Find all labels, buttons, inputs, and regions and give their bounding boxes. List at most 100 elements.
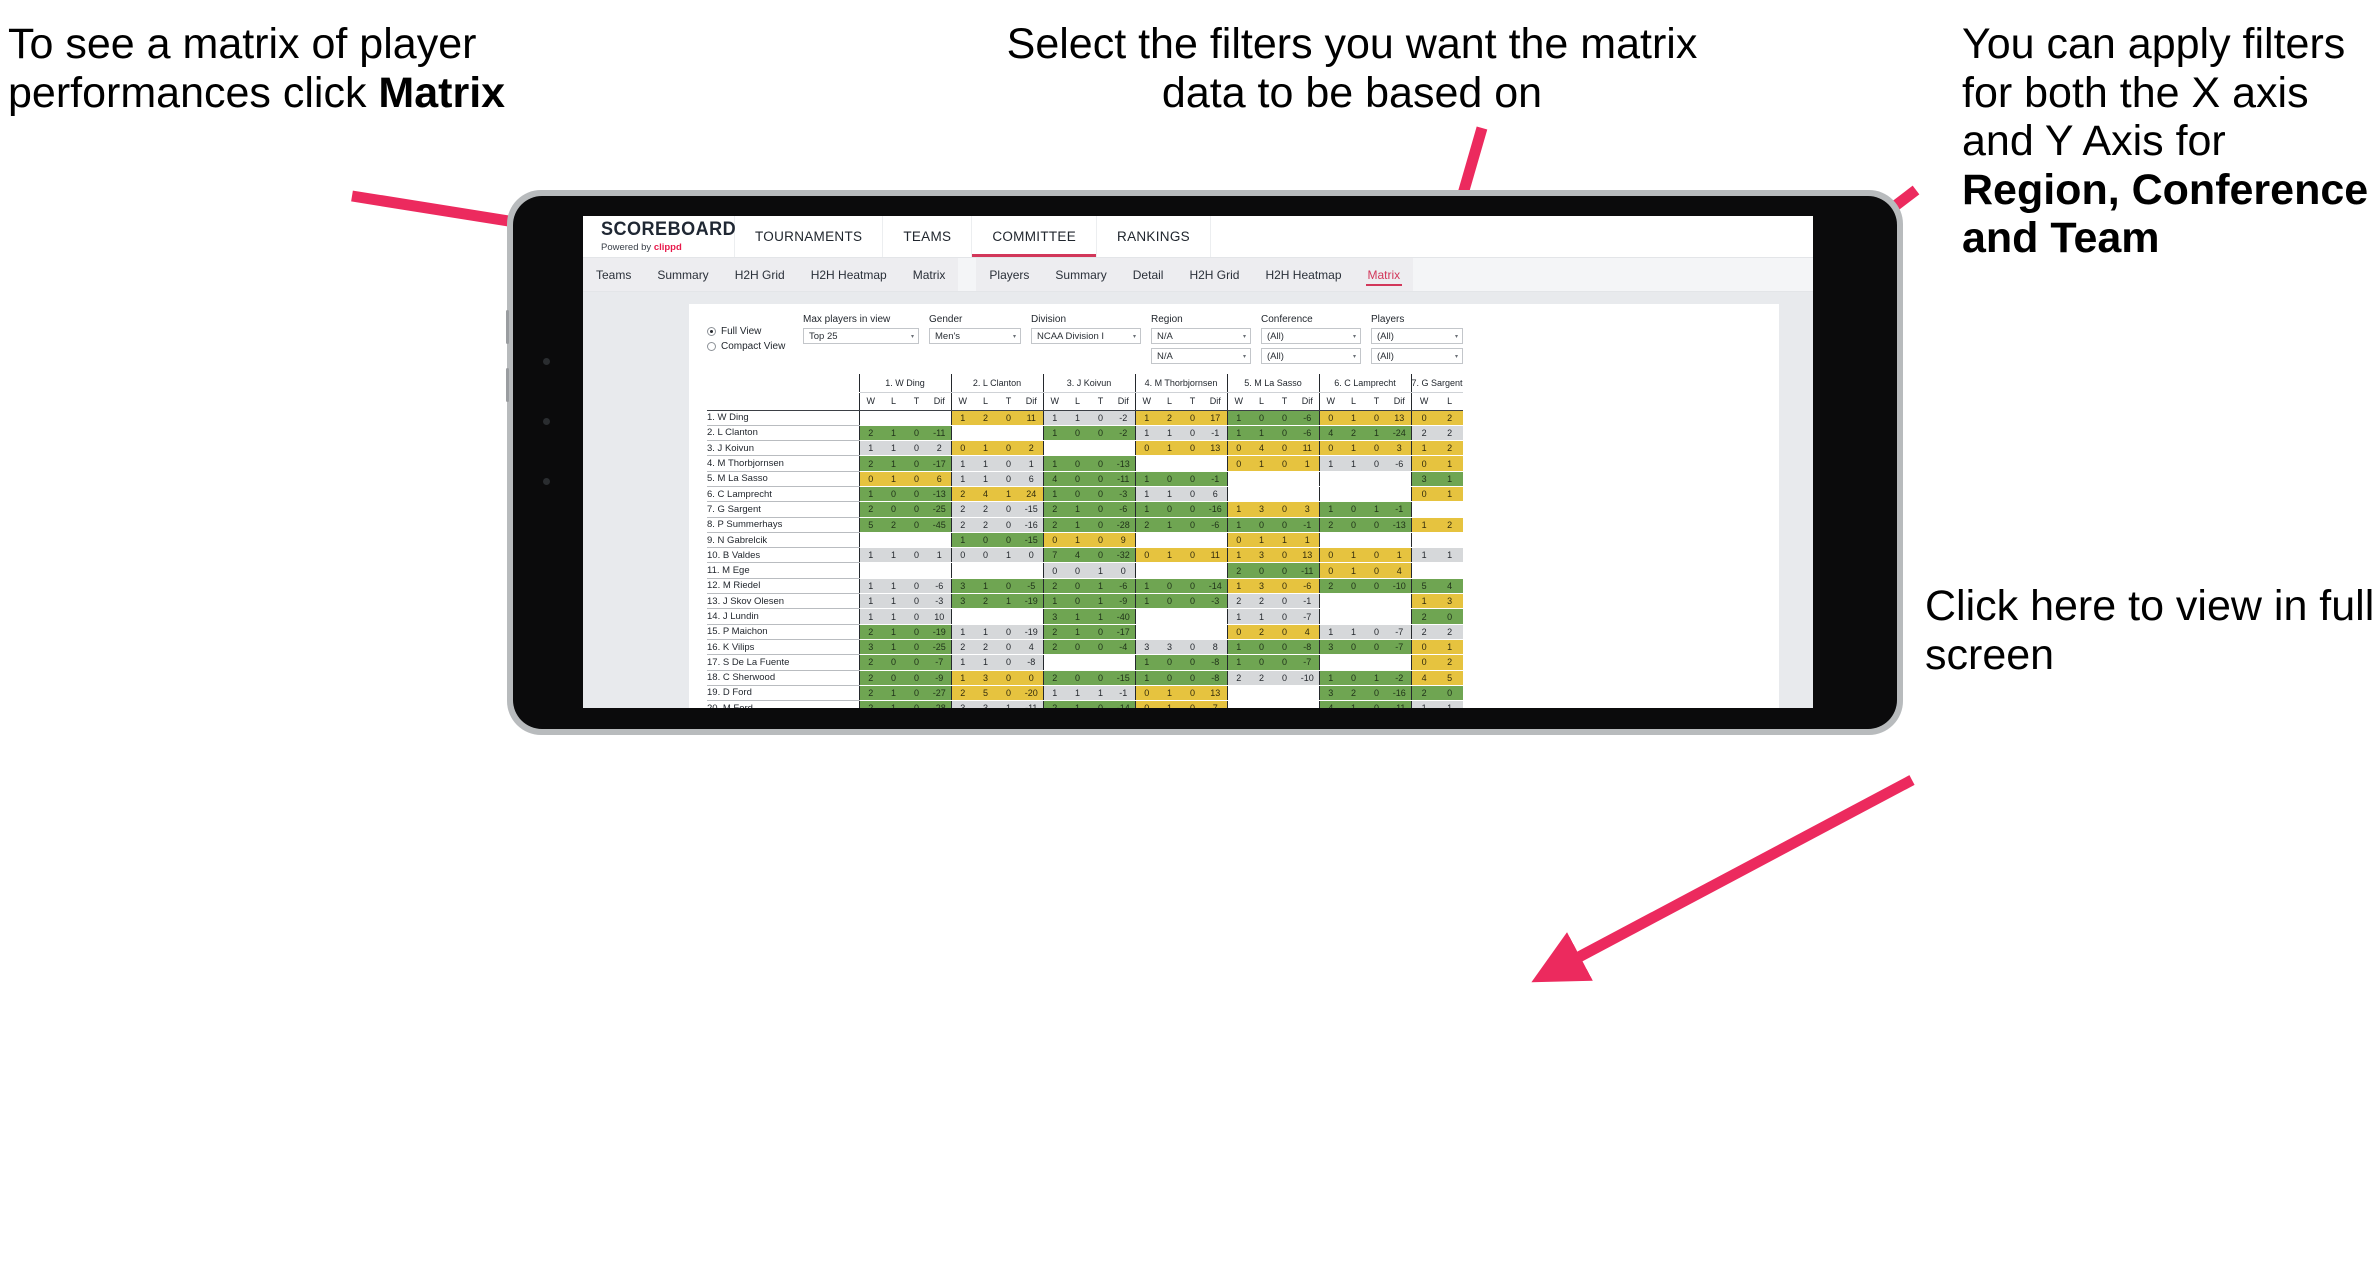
subnav-teams-matrix[interactable]: Matrix	[900, 258, 959, 291]
matrix-cell[interactable]: -13	[1112, 455, 1135, 472]
matrix-cell[interactable]: 2	[1250, 670, 1273, 686]
matrix-cell[interactable]: 0	[905, 593, 928, 610]
matrix-cell[interactable]: 3	[974, 700, 997, 708]
matrix-cell[interactable]	[1042, 654, 1066, 671]
matrix-cell[interactable]: 1	[882, 608, 905, 625]
matrix-cell[interactable]: 3	[1250, 578, 1273, 595]
matrix-cell[interactable]: 0	[1342, 670, 1365, 686]
matrix-cell[interactable]: 2	[858, 670, 882, 686]
matrix-col-header[interactable]: 3. J Koivun	[1042, 374, 1135, 393]
matrix-cell[interactable]: 13	[1388, 410, 1411, 426]
matrix-cell[interactable]: 4	[1250, 440, 1273, 457]
matrix-cell[interactable]: 0	[1273, 562, 1296, 579]
matrix-cell[interactable]: 0	[1250, 562, 1273, 579]
matrix-cell[interactable]: 0	[1089, 517, 1112, 533]
matrix-cell[interactable]: 0	[1410, 486, 1437, 503]
matrix-cell[interactable]: 0	[1273, 608, 1296, 625]
subnav-players[interactable]: Players	[976, 258, 1042, 291]
matrix-cell[interactable]	[1250, 685, 1273, 702]
matrix-cell[interactable]: 0	[905, 547, 928, 564]
matrix-cell[interactable]: 1	[1436, 639, 1463, 656]
matrix-cell[interactable]: 1	[1134, 410, 1158, 426]
matrix-cell[interactable]	[1226, 700, 1250, 708]
matrix-cell[interactable]: 0	[905, 654, 928, 671]
filter-conference-select-y[interactable]: (All) ▾	[1261, 348, 1361, 364]
matrix-cell[interactable]: 0	[1273, 501, 1296, 518]
matrix-cell[interactable]	[1365, 532, 1388, 549]
matrix-cell[interactable]	[882, 562, 905, 579]
matrix-cell[interactable]	[1318, 486, 1342, 503]
matrix-cell[interactable]: 0	[905, 685, 928, 702]
subnav-teams-summary[interactable]: Summary	[644, 258, 721, 291]
matrix-cell[interactable]	[1134, 455, 1158, 472]
matrix-cell[interactable]: 1	[1318, 455, 1342, 472]
matrix-cell[interactable]: 0	[1365, 700, 1388, 708]
matrix-row-label[interactable]: 8. P Summerhays	[707, 517, 859, 533]
matrix-cell[interactable]: -6	[1112, 501, 1135, 518]
matrix-cell[interactable]	[1388, 471, 1411, 487]
matrix-col-header[interactable]: 7. G Sargent	[1410, 374, 1463, 393]
matrix-cell[interactable]: 1	[882, 593, 905, 610]
matrix-cell[interactable]: -6	[1204, 517, 1227, 533]
matrix-cell[interactable]: 1	[1134, 670, 1158, 686]
matrix-cell[interactable]	[858, 532, 882, 549]
matrix-cell[interactable]: 0	[882, 670, 905, 686]
matrix-cell[interactable]	[905, 562, 928, 579]
subnav-players-detail[interactable]: Detail	[1120, 258, 1177, 291]
matrix-cell[interactable]: 1	[1066, 700, 1089, 708]
matrix-cell[interactable]: 0	[1134, 547, 1158, 564]
matrix-cell[interactable]: 1	[1226, 608, 1250, 625]
side-button-lower[interactable]	[506, 368, 509, 402]
matrix-cell[interactable]: 5	[1436, 670, 1463, 686]
matrix-cell[interactable]: 0	[1342, 578, 1365, 595]
matrix-cell[interactable]: 0	[1089, 410, 1112, 426]
matrix-cell[interactable]: 0	[1089, 624, 1112, 640]
matrix-cell[interactable]: 1	[1226, 578, 1250, 595]
matrix-cell[interactable]: 1	[1066, 410, 1089, 426]
matrix-cell[interactable]: 1	[950, 654, 974, 671]
matrix-cell[interactable]	[858, 410, 882, 426]
matrix-cell[interactable]	[1342, 532, 1365, 549]
matrix-cell[interactable]: -25	[928, 501, 951, 518]
matrix-cell[interactable]: -19	[1020, 624, 1043, 640]
matrix-cell[interactable]: 1	[1042, 425, 1066, 442]
matrix-cell[interactable]	[997, 608, 1020, 625]
matrix-cell[interactable]: 1	[1226, 425, 1250, 442]
matrix-cell[interactable]: 1	[882, 440, 905, 457]
matrix-cell[interactable]: 0	[905, 471, 928, 487]
matrix-cell[interactable]: 2	[1410, 685, 1437, 702]
matrix-cell[interactable]: -32	[1112, 547, 1135, 564]
matrix-cell[interactable]	[1158, 562, 1181, 579]
matrix-cell[interactable]: 6	[928, 471, 951, 487]
matrix-cell[interactable]	[1436, 501, 1463, 518]
matrix-cell[interactable]	[1318, 471, 1342, 487]
matrix-cell[interactable]: 1	[1134, 654, 1158, 671]
matrix-cell[interactable]: 2	[858, 685, 882, 702]
matrix-cell[interactable]: 0	[1181, 501, 1204, 518]
matrix-cell[interactable]: 1	[1365, 501, 1388, 518]
matrix-cell[interactable]: 10	[928, 608, 951, 625]
matrix-row-label[interactable]: 6. C Lamprecht	[707, 486, 859, 503]
matrix-cell[interactable]: 0	[1181, 654, 1204, 671]
matrix-cell[interactable]: 1	[1436, 455, 1463, 472]
matrix-cell[interactable]: 2	[858, 425, 882, 442]
matrix-cell[interactable]: 1	[974, 654, 997, 671]
matrix-cell[interactable]: -7	[1296, 654, 1319, 671]
matrix-cell[interactable]: 1	[1134, 425, 1158, 442]
matrix-cell[interactable]: 0	[1158, 578, 1181, 595]
matrix-cell[interactable]: 1	[1158, 700, 1181, 708]
matrix-cell[interactable]: 0	[1089, 700, 1112, 708]
matrix-cell[interactable]	[1365, 654, 1388, 671]
matrix-cell[interactable]: 0	[1089, 501, 1112, 518]
matrix-cell[interactable]: 2	[1226, 670, 1250, 686]
matrix-cell[interactable]: 0	[997, 471, 1020, 487]
matrix-cell[interactable]: 1	[1342, 562, 1365, 579]
matrix-cell[interactable]: 0	[858, 471, 882, 487]
matrix-cell[interactable]: 1	[882, 547, 905, 564]
matrix-cell[interactable]: 1	[1020, 455, 1043, 472]
matrix-cell[interactable]: -15	[1020, 501, 1043, 518]
matrix-cell[interactable]: -1	[1112, 685, 1135, 702]
matrix-cell[interactable]: 2	[1042, 700, 1066, 708]
matrix-cell[interactable]: -1	[1388, 501, 1411, 518]
matrix-cell[interactable]: 1	[997, 547, 1020, 564]
